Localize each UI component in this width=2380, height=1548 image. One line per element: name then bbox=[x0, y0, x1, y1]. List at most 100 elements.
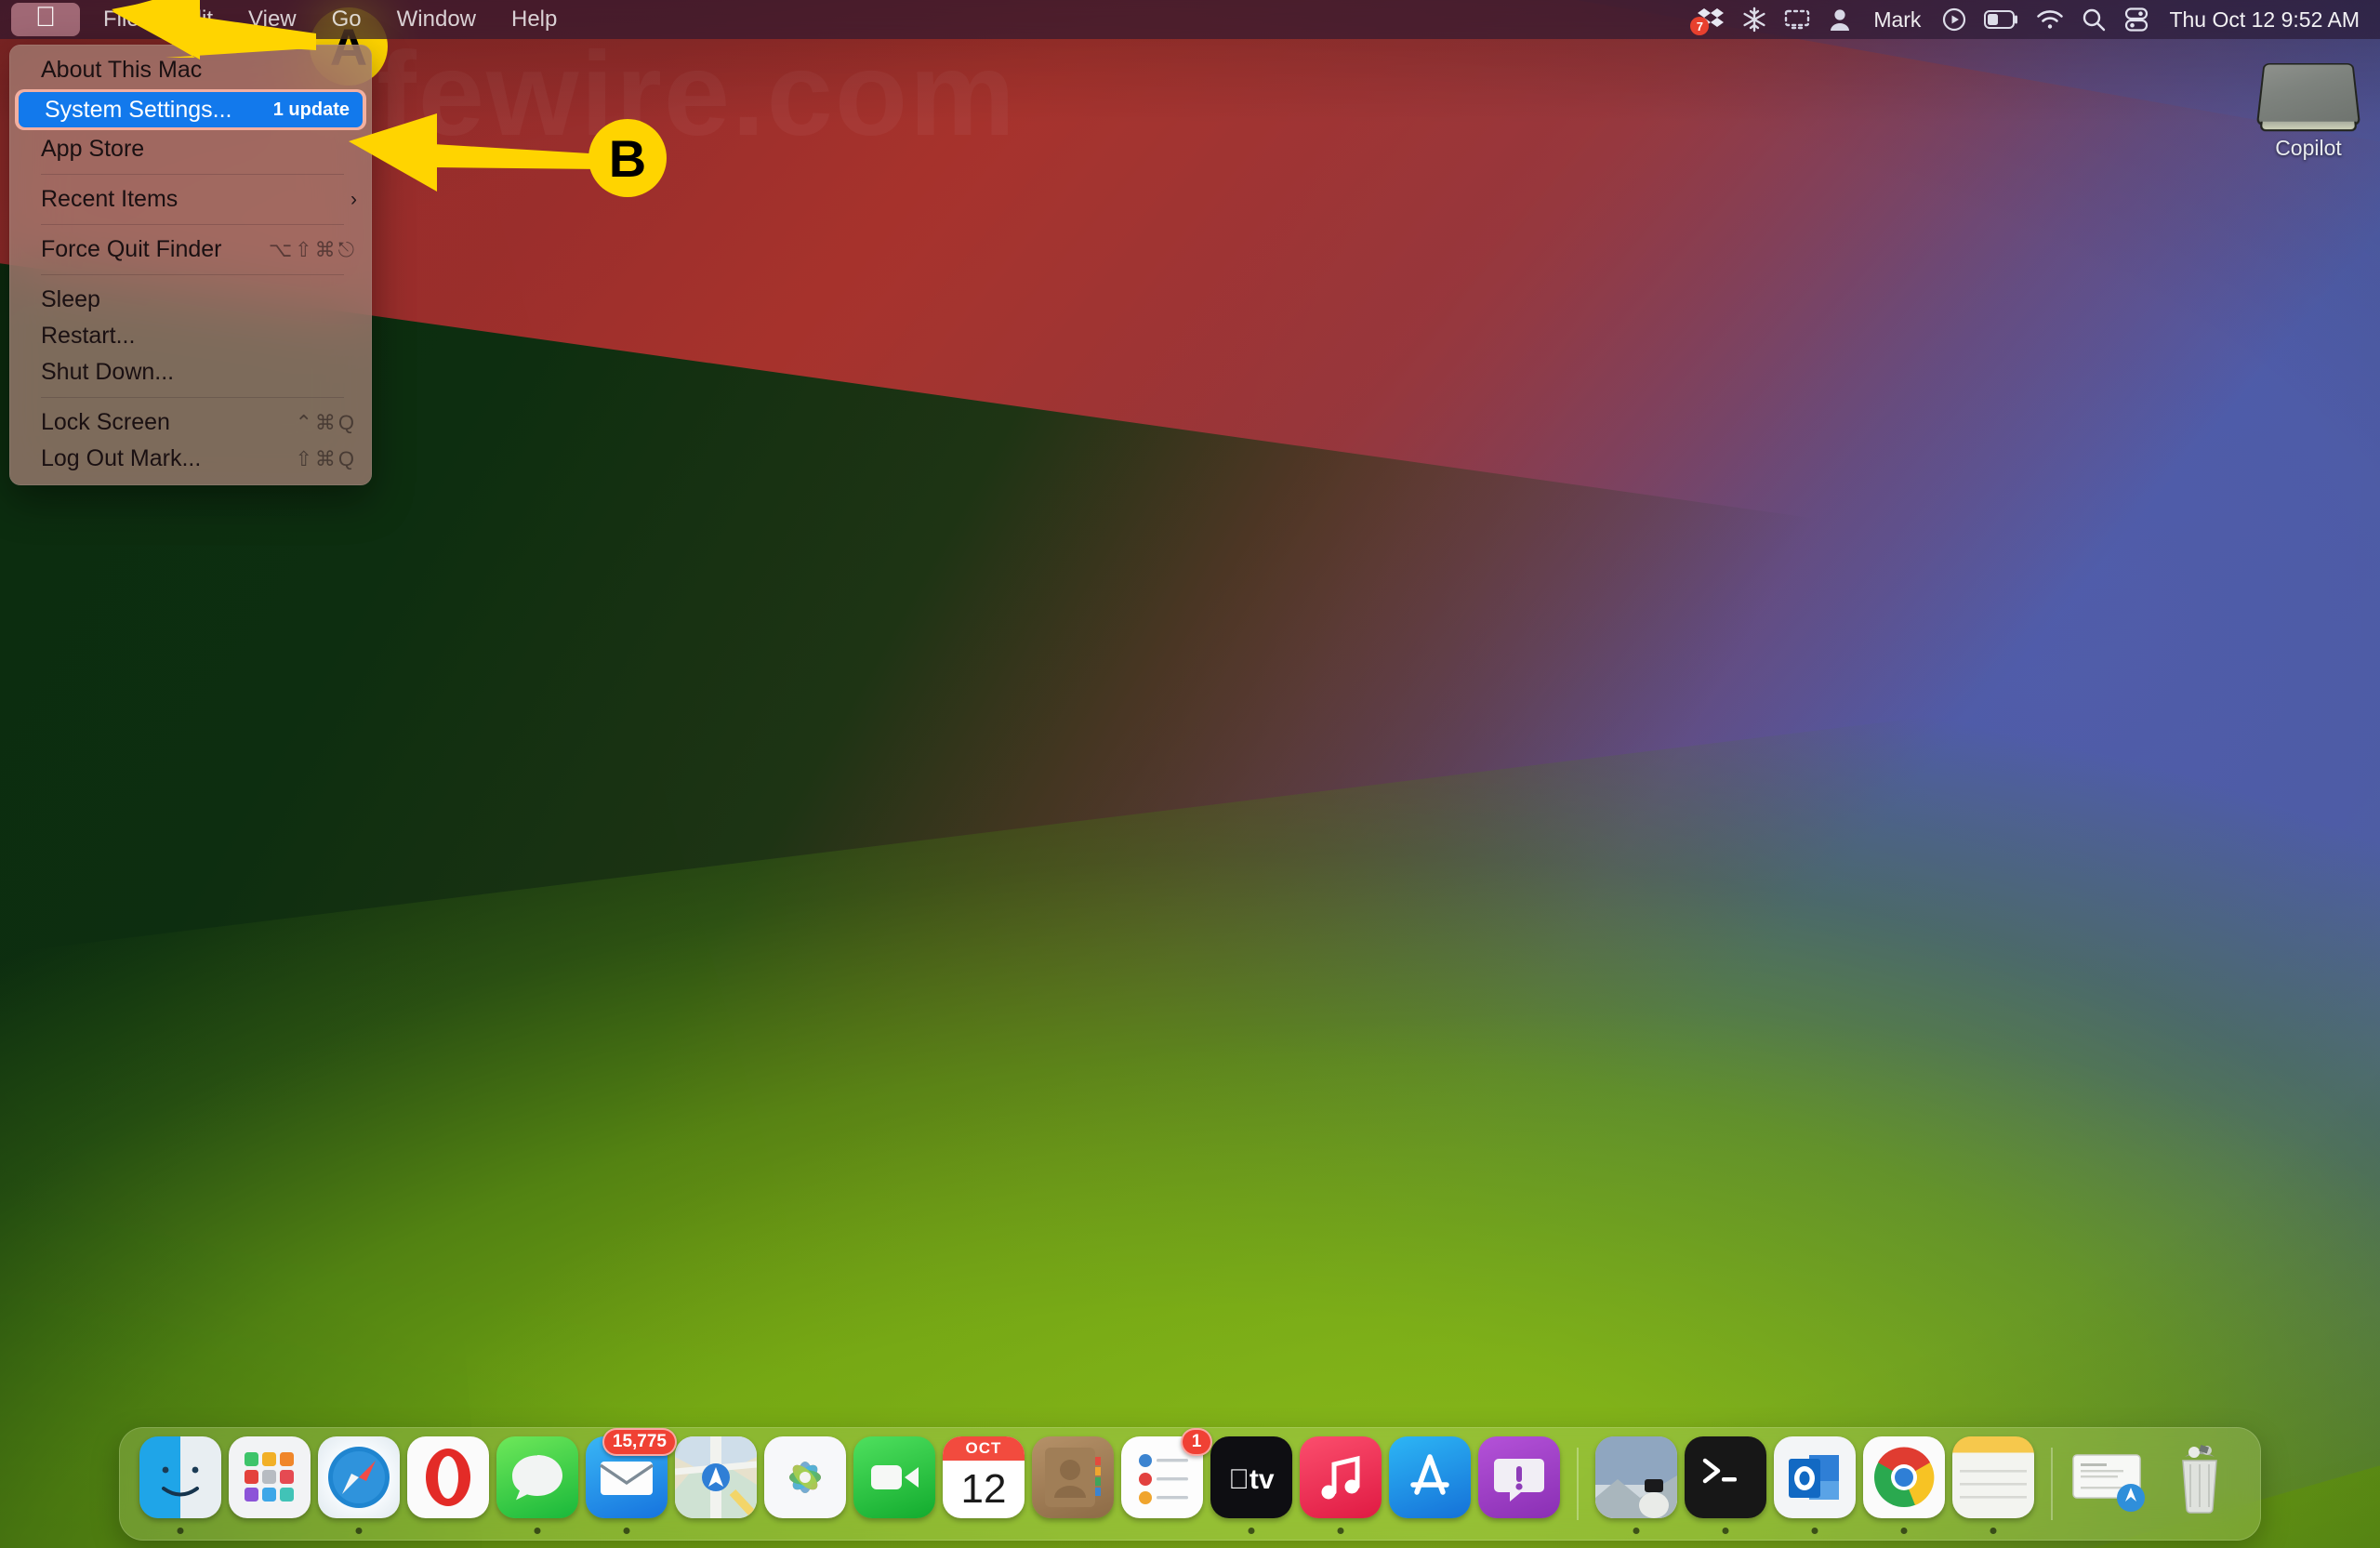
desktop-icon-label: Copilot bbox=[2275, 136, 2342, 160]
menu-item-label: Log Out Mark... bbox=[41, 445, 202, 471]
running-indicator bbox=[1900, 1528, 1908, 1534]
dock-item-contacts[interactable] bbox=[1028, 1432, 1117, 1536]
now-playing-icon[interactable] bbox=[1933, 3, 1976, 36]
system-settings-menu-item[interactable]: System Settings... 1 update bbox=[15, 89, 366, 130]
dock-item-feedback-assistant[interactable] bbox=[1474, 1432, 1564, 1536]
battery-icon[interactable] bbox=[1976, 3, 2028, 36]
launchpad-icon bbox=[229, 1436, 311, 1518]
dock-item-reminders[interactable]: 1 bbox=[1117, 1428, 1212, 1536]
calendar-month: OCT bbox=[943, 1436, 1025, 1461]
running-indicator bbox=[1337, 1528, 1344, 1534]
desktop-icon-copilot-drive[interactable]: Copilot bbox=[2239, 58, 2378, 161]
dropbox-icon[interactable]: 7 bbox=[1688, 3, 1733, 36]
menu-bar-status-tray: 7 Mark Thu Oct 12 9:52 AM bbox=[1688, 0, 2380, 39]
contacts-icon bbox=[1032, 1436, 1114, 1518]
dock-item-outlook[interactable] bbox=[1770, 1432, 1859, 1536]
dock-item-finder[interactable] bbox=[136, 1432, 225, 1536]
menu-item-view[interactable]: View bbox=[231, 3, 314, 36]
menu-bar-user-name[interactable]: Mark bbox=[1861, 7, 1933, 33]
menu-item-window[interactable]: Window bbox=[379, 3, 494, 36]
photos-icon bbox=[764, 1436, 846, 1518]
dock-item-terminal[interactable] bbox=[1681, 1432, 1770, 1536]
menu-item-edit[interactable]: Edit bbox=[157, 3, 231, 36]
menu-separator bbox=[41, 174, 344, 175]
calendar-day: 12 bbox=[960, 1466, 1007, 1512]
menu-item-app-store[interactable]: App Store bbox=[9, 131, 372, 167]
menu-item-file[interactable]: File bbox=[86, 3, 157, 36]
menu-item-shut-down[interactable]: Shut Down... bbox=[9, 354, 372, 390]
menu-item-label: App Store bbox=[41, 136, 145, 162]
dock-item-photos[interactable] bbox=[760, 1432, 850, 1536]
running-indicator bbox=[534, 1528, 541, 1534]
dock-item-apple-tv[interactable]: tv bbox=[1207, 1432, 1296, 1536]
menu-bar-left:  File Edit View Go Window Help bbox=[0, 0, 575, 39]
menu-item-label: Lock Screen bbox=[41, 409, 170, 435]
menu-item-log-out[interactable]: Log Out Mark... ⇧⌘Q bbox=[9, 441, 372, 477]
menu-bar-clock[interactable]: Thu Oct 12 9:52 AM bbox=[2158, 7, 2360, 33]
menu-item-help[interactable]: Help bbox=[494, 3, 575, 36]
update-count-badge: 1 update bbox=[272, 99, 350, 120]
feedback-assistant-icon bbox=[1478, 1436, 1560, 1518]
dock-item-music[interactable] bbox=[1296, 1432, 1385, 1536]
svg-text:tv: tv bbox=[1228, 1464, 1274, 1495]
menu-item-label: Sleep bbox=[41, 286, 100, 312]
menu-item-about-this-mac[interactable]: About This Mac bbox=[9, 52, 372, 88]
downloads-stack-icon bbox=[2069, 1436, 2151, 1518]
screen-mirroring-icon[interactable] bbox=[1776, 3, 1818, 36]
dock-item-chrome[interactable] bbox=[1859, 1432, 1949, 1536]
dock-item-mail[interactable]: 15,775 bbox=[582, 1428, 677, 1536]
snowflake-icon[interactable] bbox=[1733, 3, 1776, 36]
running-indicator bbox=[1990, 1528, 1997, 1534]
dock-item-app-store[interactable] bbox=[1385, 1432, 1474, 1536]
menu-item-restart[interactable]: Restart... bbox=[9, 318, 372, 354]
dock-item-notes[interactable] bbox=[1949, 1432, 2038, 1536]
apple-tv-icon: tv bbox=[1210, 1436, 1292, 1518]
opera-icon bbox=[407, 1436, 489, 1518]
maps-icon bbox=[675, 1436, 757, 1518]
menu-item-force-quit-finder[interactable]: Force Quit Finder ⌥⇧⌘⎋ bbox=[9, 232, 372, 268]
dock-item-launchpad[interactable] bbox=[225, 1432, 314, 1536]
dock-item-facetime[interactable] bbox=[850, 1432, 939, 1536]
menu-item-label: Restart... bbox=[41, 323, 136, 349]
messages-icon bbox=[496, 1436, 578, 1518]
menu-item-shortcut: ⌥⇧⌘⎋ bbox=[268, 237, 357, 261]
dock-item-calendar[interactable]: OCT 12 bbox=[939, 1432, 1028, 1536]
mail-unread-badge: 15,775 bbox=[602, 1428, 677, 1456]
external-drive-icon bbox=[2255, 63, 2361, 132]
apple-logo-icon:  bbox=[35, 3, 57, 32]
menu-bar:  File Edit View Go Window Help 7 bbox=[0, 0, 2380, 39]
menu-item-label: About This Mac bbox=[41, 57, 203, 83]
running-indicator bbox=[623, 1528, 630, 1534]
dock-separator bbox=[2051, 1448, 2053, 1520]
wifi-icon[interactable] bbox=[2028, 3, 2072, 36]
menu-item-go[interactable]: Go bbox=[314, 3, 379, 36]
terminal-icon bbox=[1685, 1436, 1766, 1518]
running-indicator bbox=[355, 1528, 363, 1534]
menu-item-shortcut: ⇧⌘Q bbox=[295, 446, 357, 470]
running-indicator bbox=[1633, 1528, 1640, 1534]
dock-item-messages[interactable] bbox=[493, 1432, 582, 1536]
menu-item-recent-items[interactable]: Recent Items › bbox=[9, 181, 372, 218]
user-account-icon[interactable] bbox=[1818, 3, 1861, 36]
dock-item-preview[interactable] bbox=[1592, 1432, 1681, 1536]
dock: 15,775 OCT 12 1 tv bbox=[119, 1427, 2261, 1541]
apple-menu-dropdown: About This Mac System Settings... 1 upda… bbox=[9, 45, 372, 485]
chrome-icon bbox=[1863, 1436, 1945, 1518]
dock-item-safari[interactable] bbox=[314, 1432, 403, 1536]
menu-item-lock-screen[interactable]: Lock Screen ⌃⌘Q bbox=[9, 404, 372, 441]
menu-item-label: System Settings... bbox=[45, 96, 232, 123]
apple-menu-button[interactable]:  bbox=[11, 3, 80, 36]
dock-item-downloads-stack[interactable] bbox=[2066, 1432, 2155, 1536]
annotation-badge-b: B bbox=[588, 119, 667, 197]
preview-icon bbox=[1595, 1436, 1677, 1518]
menu-item-sleep[interactable]: Sleep bbox=[9, 282, 372, 318]
dock-item-opera[interactable] bbox=[403, 1432, 493, 1536]
dock-item-maps[interactable] bbox=[671, 1432, 760, 1536]
control-center-icon[interactable] bbox=[2115, 3, 2158, 36]
app-store-icon bbox=[1389, 1436, 1471, 1518]
safari-icon bbox=[318, 1436, 400, 1518]
search-icon[interactable] bbox=[2072, 3, 2115, 36]
music-icon bbox=[1300, 1436, 1382, 1518]
dock-item-trash[interactable] bbox=[2155, 1432, 2244, 1536]
notes-icon bbox=[1952, 1436, 2034, 1518]
